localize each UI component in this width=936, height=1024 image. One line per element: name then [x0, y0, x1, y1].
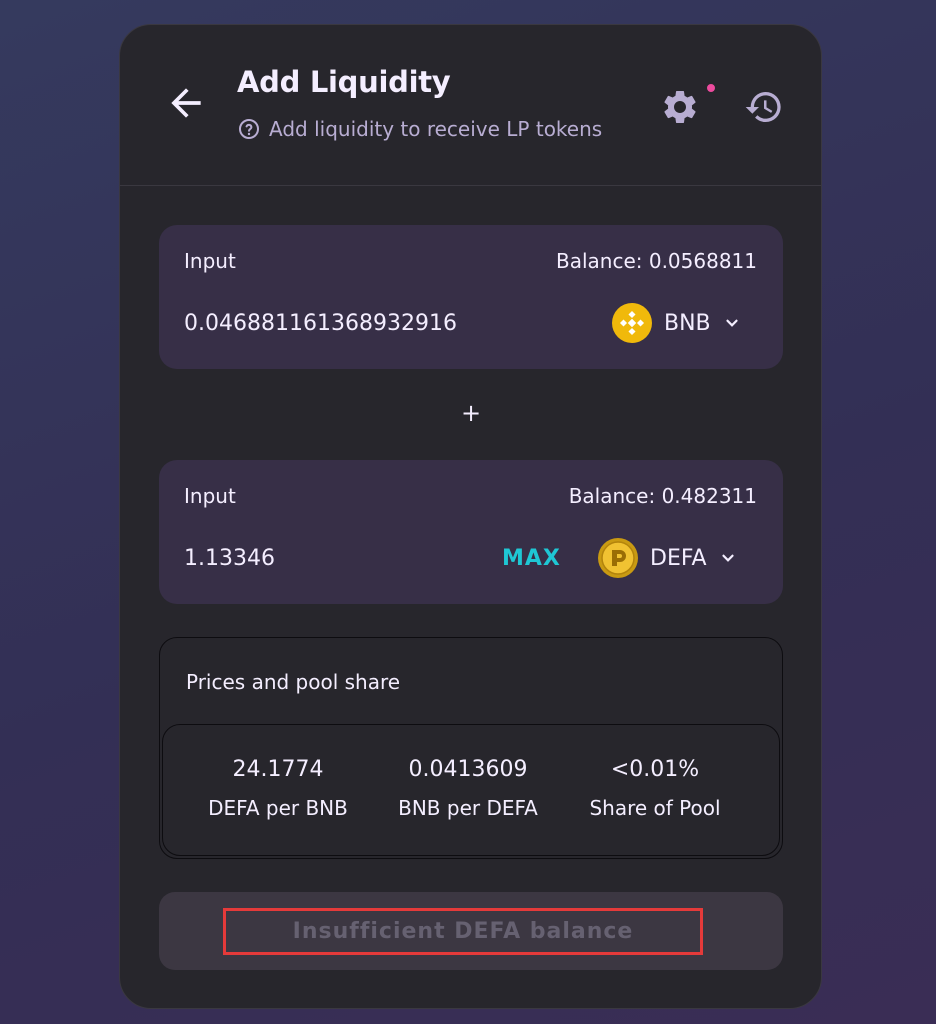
chevron-down-icon: [726, 319, 738, 327]
input-label: Input: [184, 484, 236, 508]
price-value: 0.0413609: [408, 757, 528, 782]
price-label: Share of Pool: [589, 796, 721, 820]
prices-pool-share-panel: Prices and pool share 24.1774 DEFA per B…: [159, 637, 783, 859]
balance-text: Balance: 0.0568811: [555, 249, 757, 273]
price-value: <0.01%: [610, 757, 700, 782]
amount-input[interactable]: 1.13346: [184, 546, 474, 571]
plus-separator: +: [461, 399, 482, 427]
price-label: BNB per DEFA: [398, 796, 538, 820]
button-label: Insufficient DEFA balance: [223, 908, 703, 955]
subtitle: Add liquidity to receive LP tokens: [237, 117, 602, 141]
balance-text: Balance: 0.482311: [568, 484, 757, 508]
price-item: 0.0413609 BNB per DEFA: [373, 757, 563, 820]
price-value: 24.1774: [232, 757, 324, 782]
prices-values-box: 24.1774 DEFA per BNB 0.0413609 BNB per D…: [162, 724, 780, 856]
price-label: DEFA per BNB: [208, 796, 348, 820]
max-button[interactable]: MAX: [502, 546, 561, 571]
subtitle-text: Add liquidity to receive LP tokens: [269, 117, 603, 141]
token-name: BNB: [664, 310, 711, 336]
chevron-down-icon: [721, 554, 734, 562]
help-circle-icon[interactable]: [237, 117, 261, 141]
input-panel-bnb: Input Balance: 0.0568811 0.0468811613689…: [159, 225, 783, 369]
settings-gear-icon[interactable]: [660, 87, 700, 127]
input-panel-defa: Input Balance: 0.482311 1.13346 MAX DEFA: [159, 460, 783, 604]
token-selector-defa[interactable]: DEFA: [598, 538, 737, 578]
back-arrow-icon[interactable]: [164, 81, 208, 125]
defa-coin-icon: [598, 538, 638, 578]
page-title: Add Liquidity: [237, 65, 451, 99]
card-header: Add Liquidity Add liquidity to receive L…: [120, 25, 821, 186]
price-item: 24.1774 DEFA per BNB: [183, 757, 373, 820]
input-label: Input: [184, 249, 236, 273]
amount-input[interactable]: 0.046881161368932916: [184, 311, 474, 336]
prices-heading: Prices and pool share: [186, 670, 401, 694]
add-liquidity-card: Add Liquidity Add liquidity to receive L…: [119, 24, 822, 1009]
notification-dot: [705, 82, 717, 94]
insufficient-balance-button[interactable]: Insufficient DEFA balance: [159, 892, 783, 970]
token-name: DEFA: [650, 545, 707, 571]
token-selector-bnb[interactable]: BNB: [612, 303, 741, 343]
price-item: <0.01% Share of Pool: [560, 757, 750, 820]
bnb-coin-icon: [612, 303, 652, 343]
history-icon[interactable]: [744, 87, 784, 127]
